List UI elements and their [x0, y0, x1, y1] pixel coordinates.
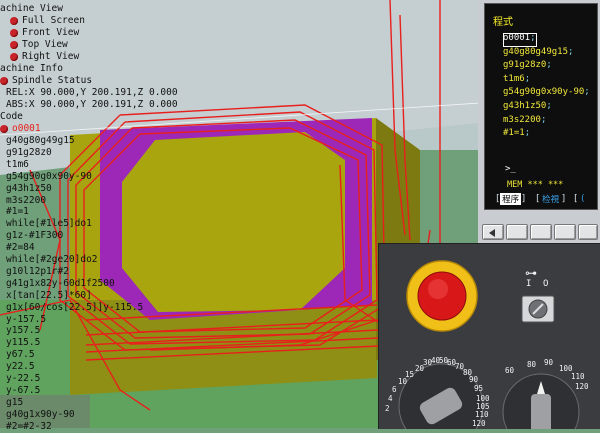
- code-line[interactable]: g40g1x90y-90: [6, 409, 75, 421]
- hw-softkey-4[interactable]: [578, 224, 598, 240]
- feed-dial-tick-label: 120: [472, 419, 486, 428]
- tree-spindle-status[interactable]: Spindle Status: [0, 75, 92, 87]
- code-line[interactable]: m3s2200: [6, 195, 46, 207]
- tree-machine-view[interactable]: achine View: [0, 3, 63, 15]
- cnc-input-prompt[interactable]: >_: [505, 164, 516, 174]
- view-icon: [10, 41, 18, 49]
- hw-softkey-2[interactable]: [530, 224, 552, 240]
- rel-position: REL:X 90.000,Y 200.191,Z 0.000: [6, 87, 178, 99]
- code-line[interactable]: while[#2ge20]do2: [6, 254, 98, 266]
- cnc-screen: 程式 o0001; g40g80g49g15; g91g28z0; t1m6; g54g…: [484, 3, 598, 210]
- feed-dial-tick-label: 90: [469, 375, 479, 384]
- tree-front-view[interactable]: Front View: [10, 27, 79, 39]
- cnc-program-line: m3s2200;: [503, 114, 547, 125]
- tree-top-view[interactable]: Top View: [10, 39, 68, 51]
- code-line[interactable]: g1x[60/cos[22.5]]y-115.5: [6, 302, 143, 314]
- code-line[interactable]: g91g28z0: [6, 147, 52, 159]
- operator-panel: ⊶ I O 20 30 40 50 60 70 80 90 95 100 105 110 120 15 10…: [378, 243, 600, 429]
- feed-dial-tick-label: 2: [385, 404, 390, 413]
- view-icon: [10, 53, 18, 61]
- code-line[interactable]: y22.5: [6, 361, 35, 373]
- softkey-program[interactable]: [程序]: [495, 192, 526, 205]
- hw-softkey-1[interactable]: [506, 224, 528, 240]
- code-line[interactable]: g54g90g0x90y-90: [6, 171, 92, 183]
- hw-softkey-3[interactable]: [554, 224, 576, 240]
- cnc-mode-status: MEM *** ***: [507, 180, 564, 190]
- cnc-screen-title: 程式: [493, 17, 513, 28]
- spindle-dial-tick-label: 60: [505, 366, 515, 375]
- code-line[interactable]: t1m6: [6, 159, 29, 171]
- code-line[interactable]: g41g1x82y-60d1f2500: [6, 278, 115, 290]
- code-line[interactable]: y115.5: [6, 337, 40, 349]
- tree-code[interactable]: Code: [0, 111, 23, 123]
- cnc-program-line: t1m6;: [503, 73, 531, 84]
- spindle-dial-tick-label: 120: [575, 382, 589, 391]
- code-line[interactable]: y-157.5: [6, 314, 46, 326]
- spindle-icon: [0, 77, 8, 85]
- cnc-program-line: g40g80g49g15;: [503, 46, 574, 57]
- feed-dial-tick-label: 4: [388, 394, 393, 403]
- tree-machine-info[interactable]: achine Info: [0, 63, 63, 75]
- cnc-program-line: o0001;: [503, 33, 536, 43]
- code-line[interactable]: #2=#2-32: [6, 421, 52, 433]
- code-line[interactable]: g10l12p1r#2: [6, 266, 69, 278]
- code-line[interactable]: y-67.5: [6, 385, 40, 397]
- code-line[interactable]: x[tan[22.5]*60]: [6, 290, 92, 302]
- code-line[interactable]: y67.5: [6, 349, 35, 361]
- hw-softkey-left-arrow[interactable]: [482, 224, 504, 240]
- feed-dial-tick-label: 110: [475, 410, 489, 419]
- code-line[interactable]: g1z-#1F300: [6, 230, 63, 242]
- code-line[interactable]: g15: [6, 397, 23, 409]
- program-item[interactable]: o0001: [0, 123, 41, 135]
- abs-position: ABS:X 90.000,Y 200.191,Z 0.000: [6, 99, 178, 111]
- project-tree: achine View Full Screen Front View Top V…: [0, 0, 200, 432]
- code-line[interactable]: #2=84: [6, 242, 35, 254]
- code-line[interactable]: #1=1: [6, 206, 29, 218]
- tree-right-view[interactable]: Right View: [10, 51, 79, 63]
- cnc-program-line: g43h1z50;: [503, 101, 552, 111]
- program-icon: [0, 125, 8, 133]
- code-line[interactable]: y157.5: [6, 325, 40, 337]
- spindle-dial-tick-label: 90: [544, 358, 554, 367]
- code-line[interactable]: g40g80g49g15: [6, 135, 75, 147]
- cnc-program-line: #1=1;: [503, 128, 531, 139]
- code-line[interactable]: y-22.5: [6, 373, 40, 385]
- feed-dial-tick-label: 6: [392, 385, 397, 394]
- key-pos-0: O: [543, 279, 549, 289]
- key-pos-1: I: [526, 279, 532, 289]
- code-line[interactable]: while[#1le5]do1: [6, 218, 92, 230]
- tree-full-screen[interactable]: Full Screen: [10, 15, 85, 27]
- key-symbol-icon: ⊶: [525, 266, 537, 280]
- view-icon: [10, 29, 18, 37]
- feed-dial-tick-label: 95: [474, 384, 484, 393]
- softkey-check[interactable]: [检視]: [535, 192, 566, 205]
- view-icon: [10, 17, 18, 25]
- feed-dial-tick-label: 10: [398, 377, 408, 386]
- softkey-more[interactable]: [(: [573, 192, 587, 205]
- cnc-program-line: g91g28z0;: [503, 60, 552, 71]
- spindle-dial-tick-label: 80: [527, 360, 537, 369]
- spindle-dial-tick-label: 110: [571, 372, 585, 381]
- cnc-program-line: g54g90g0x90y-90;: [503, 87, 590, 98]
- spindle-override-knob[interactable]: [531, 394, 551, 429]
- code-line[interactable]: g43h1z50: [6, 183, 52, 195]
